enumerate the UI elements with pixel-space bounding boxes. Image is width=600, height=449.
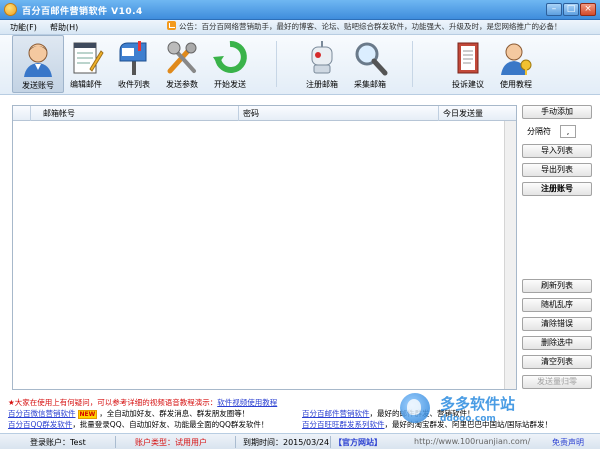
- refresh-list-button[interactable]: 刷新列表: [522, 279, 592, 293]
- watermark-logo-icon: [400, 393, 430, 423]
- info-line-2: 百分百微信营销软件 NEW ，全自动加好友、群发消息、群发朋友圈等！: [8, 408, 249, 419]
- menu-function[interactable]: 功能(F): [10, 22, 37, 33]
- info-question-text: ★大家在使用上有何疑问，可以参考详细的视频语音教程演示：: [8, 398, 218, 407]
- tool-label: 发送参数: [166, 80, 198, 89]
- toolbar-separator: [412, 41, 413, 87]
- official-site-link[interactable]: 【官方网站】: [334, 437, 382, 448]
- tool-label: 采集邮箱: [354, 80, 386, 89]
- tool-edit-mail[interactable]: 编辑邮件: [60, 35, 112, 93]
- official-url[interactable]: http://www.100ruanjian.com/: [414, 437, 530, 446]
- tool-send-account[interactable]: 发送账号: [12, 35, 64, 93]
- status-divider: [235, 436, 236, 448]
- notepad-icon: [73, 42, 104, 74]
- clear-errors-button[interactable]: 清除错误: [522, 317, 592, 331]
- close-button[interactable]: ×: [580, 3, 596, 16]
- info-line-1: ★大家在使用上有何疑问，可以参考详细的视频语音教程演示：软件视频使用教程: [8, 397, 277, 408]
- tool-label: 收件列表: [118, 80, 150, 89]
- maximize-button[interactable]: □: [563, 3, 579, 16]
- tool-label: 投诉建议: [452, 80, 484, 89]
- status-bar: 登录账户：Test 账户类型：试用用户 到期时间：2015/03/24 【官方网…: [0, 433, 600, 449]
- separator-label: 分隔符: [527, 127, 551, 136]
- clear-list-button[interactable]: 清空列表: [522, 355, 592, 369]
- tool-label: 开始发送: [214, 80, 246, 89]
- row-header-stub: [13, 106, 31, 121]
- video-tutorial-link[interactable]: 软件视频使用教程: [217, 398, 277, 407]
- site-watermark: 多多软件站 ddooo.com: [400, 393, 590, 431]
- toolbar: 发送账号 编辑邮件 收件列表 发送参数 开始发送 注册邮箱 采集邮箱 投诉建议 …: [0, 35, 600, 95]
- tool-start-send[interactable]: 开始发送: [204, 35, 256, 93]
- robot-icon: [311, 41, 333, 74]
- tool-tutorial[interactable]: 使用教程: [490, 35, 542, 93]
- column-divider: [238, 106, 239, 121]
- qq-software-desc: ，批量登录QQ、自动加好友、功能最全面的QQ群发软件！: [72, 420, 269, 429]
- disclaimer-link[interactable]: 免责声明: [552, 437, 584, 448]
- minimize-button[interactable]: –: [546, 3, 562, 16]
- notice-text: 公告：百分百网络营销助手，最好的博客、论坛、贴吧综合群发软件，功能强大、升级及时…: [179, 22, 562, 31]
- tool-recipient-list[interactable]: 收件列表: [108, 35, 160, 93]
- tool-complaints[interactable]: 投诉建议: [442, 35, 494, 93]
- title-bar: 百分百邮件营销软件 V10.4 – □ ×: [0, 0, 600, 20]
- notice-bar: 公告：百分百网络营销助手，最好的博客、论坛、贴吧综合群发软件，功能强大、升级及时…: [167, 21, 597, 34]
- person-icon: [24, 43, 52, 77]
- reset-send-count-button[interactable]: 发送量归零: [522, 375, 592, 389]
- menu-bar: 功能(F) 帮助(H) 公告：百分百网络营销助手，最好的博客、论坛、贴吧综合群发…: [0, 20, 600, 35]
- table-header: 邮箱帐号 密码 今日发送量: [13, 106, 516, 121]
- tool-label: 编辑邮件: [70, 80, 102, 89]
- delete-selected-button[interactable]: 删除选中: [522, 336, 592, 350]
- watermark-title: 多多软件站: [440, 395, 516, 413]
- tool-send-params[interactable]: 发送参数: [156, 35, 208, 93]
- toolbar-separator: [276, 41, 277, 87]
- tool-label: 注册邮箱: [306, 80, 338, 89]
- shuffle-button[interactable]: 随机乱序: [522, 298, 592, 312]
- tools-icon: [167, 41, 197, 74]
- window-controls: – □ ×: [546, 3, 596, 16]
- status-account-type: 账户类型：试用用户: [135, 438, 207, 447]
- separator-input[interactable]: ,: [560, 125, 576, 138]
- magnifier-icon: [355, 42, 388, 76]
- key-user-icon: [501, 43, 532, 75]
- window-title: 百分百邮件营销软件 V10.4: [22, 7, 143, 17]
- status-account: 登录账户：Test: [30, 438, 86, 447]
- status-divider: [115, 436, 116, 448]
- new-badge: NEW: [77, 410, 98, 419]
- col-password[interactable]: 密码: [243, 108, 259, 119]
- status-expire: 到期时间：2015/03/24: [243, 438, 330, 447]
- tool-label: 发送账号: [22, 81, 54, 90]
- watermark-url: ddooo.com: [440, 414, 496, 424]
- vertical-scrollbar[interactable]: [504, 121, 516, 389]
- wangwang-software-link[interactable]: 百分百旺旺群发系列软件: [302, 420, 385, 429]
- info-line-3: 百分百QQ群发软件，批量登录QQ、自动加好友、功能最全面的QQ群发软件！: [8, 419, 268, 430]
- status-divider: [330, 436, 331, 448]
- tool-collect-mailbox[interactable]: 采集邮箱: [344, 35, 396, 93]
- register-account-button[interactable]: 注册账号: [522, 182, 592, 196]
- notice-icon: [167, 21, 176, 30]
- manual-add-button[interactable]: 手动添加: [522, 105, 592, 119]
- menu-help[interactable]: 帮助(H): [50, 22, 78, 33]
- tool-label: 使用教程: [500, 80, 532, 89]
- wechat-software-desc: ，全自动加好友、群发消息、群发朋友圈等！: [99, 409, 250, 418]
- qq-software-link[interactable]: 百分百QQ群发软件: [8, 420, 72, 429]
- mailbox-icon: [119, 41, 147, 75]
- book-icon: [457, 42, 479, 74]
- wechat-software-link[interactable]: 百分百微信营销软件: [8, 409, 76, 418]
- export-list-button[interactable]: 导出列表: [522, 163, 592, 177]
- column-divider: [438, 106, 439, 121]
- tool-register-mailbox[interactable]: 注册邮箱: [296, 35, 348, 93]
- mail-software-link[interactable]: 百分百邮件营销软件: [302, 409, 370, 418]
- account-table[interactable]: 邮箱帐号 密码 今日发送量: [12, 105, 517, 390]
- refresh-icon: [213, 41, 247, 73]
- import-list-button[interactable]: 导入列表: [522, 144, 592, 158]
- app-icon: [4, 3, 17, 16]
- col-email-account[interactable]: 邮箱帐号: [43, 108, 75, 119]
- col-today-sent[interactable]: 今日发送量: [443, 108, 483, 119]
